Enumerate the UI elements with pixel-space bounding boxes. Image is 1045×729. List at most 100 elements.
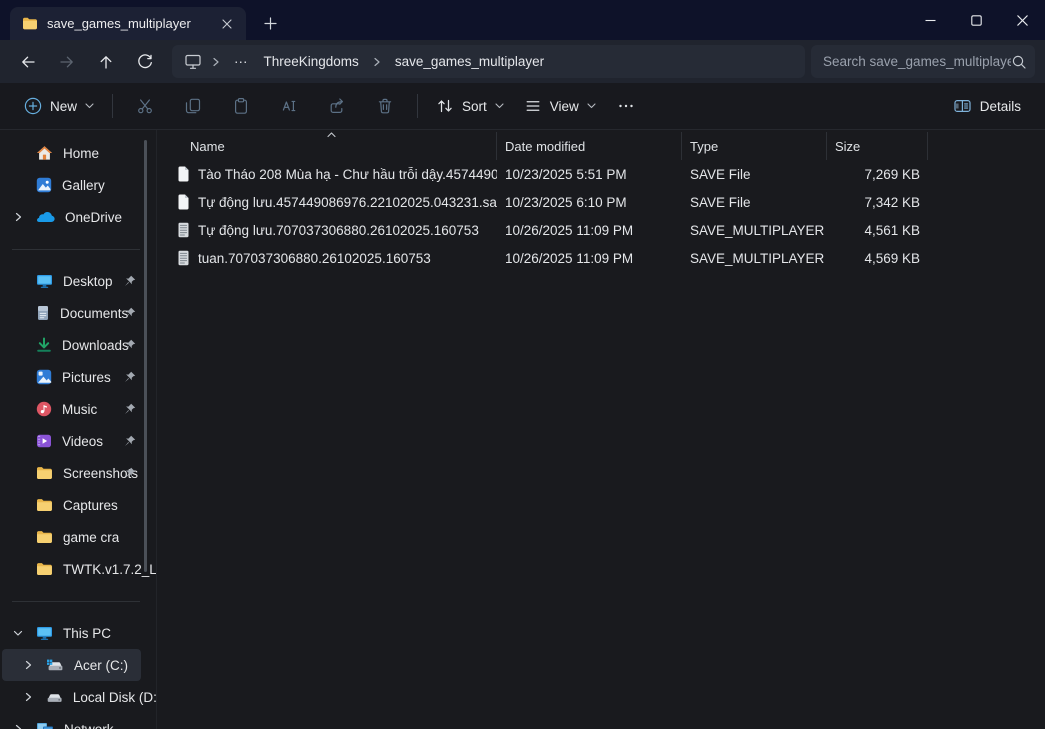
sidebar-item-screenshots[interactable]: Screenshots xyxy=(0,457,156,489)
pin-icon xyxy=(124,339,136,351)
sidebar-item-label: Downloads xyxy=(62,338,129,353)
new-button[interactable]: New xyxy=(14,89,104,123)
sidebar-item-network[interactable]: Network xyxy=(0,713,156,729)
column-header-name[interactable]: Name xyxy=(157,132,497,160)
sidebar-item-documents[interactable]: Documents xyxy=(0,297,156,329)
navigation-bar: ··· ThreeKingdoms save_games_multiplayer xyxy=(0,40,1045,83)
file-name: Tự động lưu.707037306880.26102025.160753 xyxy=(198,223,479,238)
copy-button[interactable] xyxy=(169,89,217,123)
breadcrumb-chevron-icon[interactable] xyxy=(210,57,222,67)
sort-ascending-caret-icon xyxy=(327,132,336,138)
sort-button-label: Sort xyxy=(462,99,487,114)
toolbar-separator xyxy=(417,94,418,118)
breadcrumb-threekingdoms[interactable]: ThreeKingdoms xyxy=(260,52,363,71)
delete-button[interactable] xyxy=(361,89,409,123)
column-header-size[interactable]: Size xyxy=(827,132,928,160)
view-button[interactable]: View xyxy=(514,89,606,123)
sidebar-item-this-pc[interactable]: This PC xyxy=(0,617,156,649)
sidebar-item-local-disk-d[interactable]: Local Disk (D:) xyxy=(0,681,156,713)
sidebar-item-label: Desktop xyxy=(63,274,113,289)
file-row[interactable]: Tào Tháo 208 Mùa hạ - Chư hầu trỗi dậy.4… xyxy=(157,160,1045,188)
pin-icon xyxy=(124,403,136,415)
file-explorer-window: save_games_multiplayer xyxy=(0,0,1045,729)
sidebar-item-home[interactable]: Home xyxy=(0,137,156,169)
sidebar-item-twtk[interactable]: TWTK.v1.7.2_Lir xyxy=(0,553,156,585)
folder-icon xyxy=(22,17,38,30)
file-name: tuan.707037306880.26102025.160753 xyxy=(198,251,431,266)
address-bar[interactable]: ··· ThreeKingdoms save_games_multiplayer xyxy=(172,45,805,78)
sidebar-divider xyxy=(0,585,156,617)
breadcrumb-overflow-button[interactable]: ··· xyxy=(230,52,252,71)
sidebar-item-label: Acer (C:) xyxy=(74,658,128,673)
file-type: SAVE_MULTIPLAYER File xyxy=(682,223,827,238)
details-button[interactable]: Details xyxy=(943,89,1031,123)
file-name: Tự động lưu.457449086976.22102025.043231… xyxy=(198,195,497,210)
desktop-icon xyxy=(36,274,53,289)
sidebar-scrollbar[interactable] xyxy=(144,140,147,572)
refresh-button[interactable] xyxy=(127,45,162,79)
sidebar-item-videos[interactable]: Videos xyxy=(0,425,156,457)
details-pane-icon xyxy=(953,97,972,115)
this-pc-icon[interactable] xyxy=(184,53,202,70)
breadcrumb-chevron-icon[interactable] xyxy=(371,57,383,67)
chevron-right-icon[interactable] xyxy=(20,660,36,670)
sidebar-item-music[interactable]: Music xyxy=(0,393,156,425)
search-box[interactable] xyxy=(811,45,1035,78)
more-options-button[interactable] xyxy=(606,89,646,123)
sidebar-item-desktop[interactable]: Desktop xyxy=(0,265,156,297)
rename-button[interactable] xyxy=(265,89,313,123)
chevron-right-icon[interactable] xyxy=(10,724,26,729)
minimize-button[interactable] xyxy=(907,0,953,40)
close-button[interactable] xyxy=(999,0,1045,40)
sidebar-item-label: Network xyxy=(64,722,114,729)
new-tab-button[interactable] xyxy=(256,10,284,36)
sidebar-item-onedrive[interactable]: OneDrive xyxy=(0,201,156,233)
file-row[interactable]: tuan.707037306880.26102025.160753 10/26/… xyxy=(157,244,1045,272)
up-button[interactable] xyxy=(88,45,123,79)
navigation-pane: Home Gallery OneDrive Desktop xyxy=(0,130,157,729)
column-header-type[interactable]: Type xyxy=(682,132,827,160)
chevron-right-icon[interactable] xyxy=(10,212,26,222)
search-input[interactable] xyxy=(823,54,1011,69)
sidebar-item-label: Gallery xyxy=(62,178,105,193)
breadcrumb-current-folder[interactable]: save_games_multiplayer xyxy=(391,52,548,71)
rename-icon xyxy=(280,97,298,115)
sort-icon xyxy=(436,97,454,115)
cut-button[interactable] xyxy=(121,89,169,123)
sidebar-item-game-cra[interactable]: game cra xyxy=(0,521,156,553)
windows-drive-icon xyxy=(46,659,64,672)
file-list-pane: Name Date modified Type Size Tào Tháo 20… xyxy=(157,130,1045,729)
tab-close-button[interactable] xyxy=(216,13,238,35)
back-button[interactable] xyxy=(10,45,45,79)
onedrive-cloud-icon xyxy=(36,211,55,223)
sidebar-item-acer-c[interactable]: Acer (C:) xyxy=(2,649,141,681)
file-row[interactable]: Tự động lưu.457449086976.22102025.043231… xyxy=(157,188,1045,216)
file-row[interactable]: Tự động lưu.707037306880.26102025.160753… xyxy=(157,216,1045,244)
sidebar-item-gallery[interactable]: Gallery xyxy=(0,169,156,201)
pin-icon xyxy=(124,275,136,287)
network-icon xyxy=(36,722,54,729)
forward-button[interactable] xyxy=(49,45,84,79)
sidebar-item-downloads[interactable]: Downloads xyxy=(0,329,156,361)
document-icon xyxy=(36,305,50,321)
column-header-label: Type xyxy=(690,139,718,154)
sidebar-item-label: Captures xyxy=(63,498,118,513)
sidebar-item-label: Pictures xyxy=(62,370,111,385)
drive-icon xyxy=(46,691,63,704)
file-date-modified: 10/23/2025 6:10 PM xyxy=(497,195,682,210)
folder-icon xyxy=(36,498,53,512)
more-icon xyxy=(617,97,635,115)
explorer-tab[interactable]: save_games_multiplayer xyxy=(10,7,246,40)
sort-button[interactable]: Sort xyxy=(426,89,514,123)
maximize-button[interactable] xyxy=(953,0,999,40)
sidebar-item-pictures[interactable]: Pictures xyxy=(0,361,156,393)
chevron-down-icon[interactable] xyxy=(10,629,26,638)
column-header-date-modified[interactable]: Date modified xyxy=(497,132,682,160)
file-lines-icon xyxy=(177,250,190,266)
view-icon xyxy=(524,97,542,115)
sidebar-item-captures[interactable]: Captures xyxy=(0,489,156,521)
sidebar-item-label: Videos xyxy=(62,434,103,449)
paste-button[interactable] xyxy=(217,89,265,123)
chevron-right-icon[interactable] xyxy=(20,692,36,702)
share-button[interactable] xyxy=(313,89,361,123)
